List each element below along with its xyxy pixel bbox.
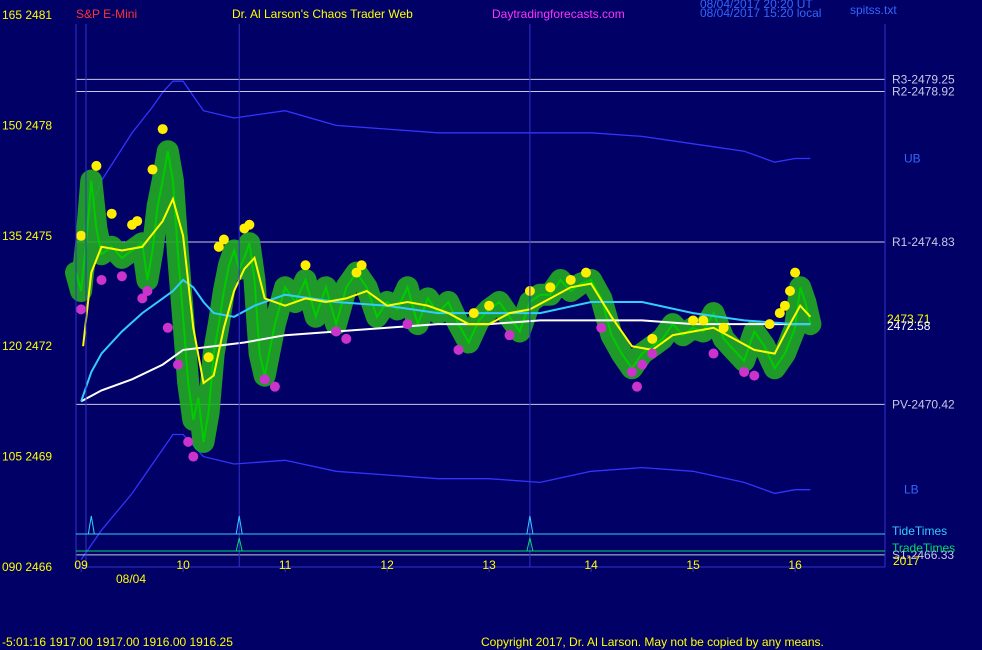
trough-marker-0 — [76, 304, 87, 315]
file-label: spitss.txt — [850, 3, 897, 17]
trough-marker-17 — [626, 366, 637, 377]
trough-marker-23 — [749, 370, 760, 381]
level-label-pv: PV-2470.42 — [892, 397, 955, 411]
peak-marker-27 — [779, 300, 790, 311]
x-tick-label-11: 11 — [279, 558, 292, 572]
peak-marker-23 — [698, 315, 709, 326]
date-label: 08/04 — [116, 572, 146, 586]
peak-marker-2 — [106, 208, 117, 219]
trough-marker-2 — [116, 271, 127, 282]
level-label-r1: R1-2474.83 — [892, 235, 955, 249]
peak-marker-12 — [300, 260, 311, 271]
trough-marker-13 — [402, 319, 413, 330]
tide-time-spike-0 — [87, 515, 95, 535]
trough-marker-12 — [341, 333, 352, 344]
y-tick-label-2478: 150 2478 — [2, 118, 52, 132]
y-tick-label-2472: 120 2472 — [2, 339, 52, 353]
x-tick-label-09: 09 — [74, 558, 88, 572]
price-readout: -5:01:16 1917.00 1917.00 1916.00 1916.25 — [2, 635, 233, 649]
band-label-lb: LB — [904, 483, 919, 497]
chart: R3-2479.25R2-2478.92R1-2474.83PV-2470.42… — [2, 0, 955, 649]
x-tick-label-12: 12 — [380, 558, 394, 572]
peak-marker-19 — [565, 274, 576, 285]
y-tick-label-2466: 090 2466 — [2, 560, 52, 574]
trough-marker-20 — [647, 348, 658, 359]
upper-band-line — [80, 80, 811, 237]
chart-title: S&P E-Mini — [76, 7, 137, 21]
peak-marker-4 — [132, 216, 143, 227]
trough-marker-6 — [173, 359, 183, 370]
trade-times-label: TradeTimes — [892, 541, 955, 555]
trough-marker-14 — [453, 344, 464, 355]
trough-marker-11 — [331, 326, 342, 337]
y-tick-label-2481: 165 2481 — [2, 8, 52, 22]
year-label: 2017 — [893, 554, 920, 568]
y-tick-label-2469: 105 2469 — [2, 450, 52, 464]
peak-marker-28 — [785, 286, 795, 296]
price-halo — [65, 140, 822, 453]
x-tick-label-13: 13 — [482, 558, 496, 572]
x-tick-label-14: 14 — [584, 558, 598, 572]
trough-marker-18 — [632, 381, 642, 392]
peak-marker-1 — [91, 160, 102, 171]
website-link[interactable]: Daytradingforecasts.com — [492, 7, 625, 21]
trough-marker-8 — [188, 451, 199, 462]
timestamp-local: 08/04/2017 15:20 local — [700, 6, 821, 20]
peak-marker-21 — [647, 333, 658, 344]
peak-marker-22 — [688, 315, 699, 326]
x-tick-label-16: 16 — [788, 558, 802, 572]
trough-marker-7 — [183, 436, 194, 447]
y-tick-label-2475: 135 2475 — [2, 229, 52, 243]
peak-marker-29 — [790, 267, 801, 278]
peak-marker-25 — [764, 319, 775, 330]
tide-times-label: TideTimes — [892, 524, 947, 538]
trough-marker-19 — [637, 359, 648, 370]
trough-marker-9 — [259, 374, 270, 385]
peak-marker-20 — [581, 267, 591, 278]
chart-header-center: Dr. Al Larson's Chaos Trader Web — [232, 7, 413, 21]
peak-marker-24 — [718, 322, 729, 333]
trough-marker-16 — [596, 322, 607, 333]
copyright: Copyright 2017, Dr. Al Larson. May not b… — [481, 635, 824, 649]
peak-marker-18 — [545, 282, 556, 293]
x-tick-label-15: 15 — [686, 558, 700, 572]
peak-marker-6 — [157, 124, 168, 135]
peak-marker-9 — [218, 234, 229, 245]
band-label-ub: UB — [904, 152, 921, 166]
peak-marker-5 — [147, 164, 158, 175]
trough-marker-15 — [504, 330, 515, 341]
trough-marker-1 — [96, 274, 107, 285]
trough-marker-4 — [142, 286, 153, 296]
trough-marker-10 — [269, 381, 280, 392]
trough-marker-5 — [162, 322, 173, 333]
last-value-label-1: 2472.58 — [887, 319, 931, 333]
peak-marker-16 — [484, 300, 495, 311]
peak-marker-11 — [244, 219, 255, 230]
trough-marker-21 — [708, 348, 719, 359]
x-tick-label-10: 10 — [176, 558, 190, 572]
peak-marker-15 — [468, 308, 479, 319]
peak-marker-14 — [356, 260, 367, 271]
level-label-r2: R2-2478.92 — [892, 85, 955, 99]
peak-marker-0 — [76, 230, 87, 241]
peak-marker-7 — [203, 352, 214, 363]
trough-marker-22 — [739, 366, 750, 377]
